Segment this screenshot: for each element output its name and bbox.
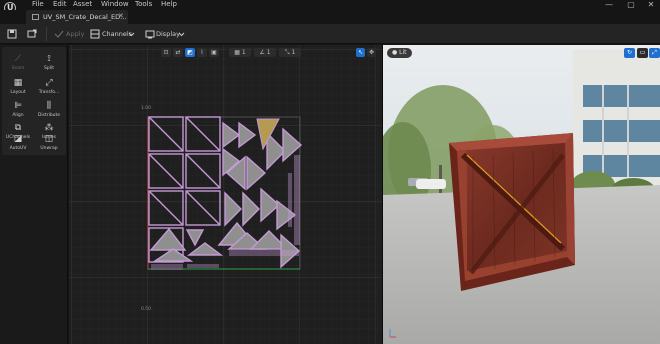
menu-help[interactable]: Help — [161, 0, 177, 8]
rotation-snap-value: 1 — [266, 49, 271, 56]
tool-unwrap[interactable]: ◫ Unwrap — [36, 133, 62, 155]
crate-mesh — [449, 133, 575, 291]
maximize-icon[interactable]: ▢ — [622, 0, 640, 10]
tab-row: UV_SM_Crate_Decal_ED... ✕ — [0, 10, 660, 24]
menu-file[interactable]: File — [32, 0, 44, 8]
tools-panel: ⟋ Seam ⟟ Split ▦ Layout ⤢ Transfo... ⊫ A… — [0, 45, 68, 344]
vp-transform-icon[interactable]: ✥ — [367, 48, 376, 57]
vp-move-icon[interactable]: ⇄ — [173, 48, 183, 57]
building-backdrop — [571, 50, 660, 202]
vp-face-mode-icon[interactable]: ▣ — [209, 48, 219, 57]
uv-grid — [69, 45, 382, 344]
grid-snap-control[interactable]: ▦ 1 — [229, 48, 251, 57]
chevron-down-icon — [128, 32, 135, 37]
tool-transform[interactable]: ⤢ Transfo... — [36, 77, 62, 99]
unwrap-icon: ◫ — [44, 134, 54, 144]
menu-asset[interactable]: Asset — [73, 0, 92, 8]
grid-snap-value: 1 — [241, 49, 246, 56]
apply-icon — [54, 30, 64, 38]
live-preview-viewport[interactable]: ● Lit ↻ ▭ ⤢ — [383, 45, 660, 344]
tool-autouv[interactable]: ◪ AutoUV — [5, 133, 31, 155]
autouv-icon: ◪ — [13, 134, 23, 144]
close-window-icon[interactable]: ✕ — [642, 0, 660, 10]
display-icon — [145, 30, 155, 39]
uv-viewport[interactable]: ⊡ ⇄ ◩ ⌇ ▣ ▦ 1 ∠ 1 ⤡ 1 ↖ ✥ 1.00 0.50 — [69, 45, 382, 344]
view-mode-label: Lit — [399, 49, 407, 56]
tab-title: UV_SM_Crate_Decal_ED... — [43, 13, 127, 21]
rotation-snap-control[interactable]: ∠ 1 — [254, 48, 276, 57]
vp-select-icon[interactable]: ⊡ — [161, 48, 171, 57]
uv-tools-grid-lower: ◪ AutoUV ◫ Unwrap — [2, 133, 66, 155]
save-icon[interactable] — [7, 29, 17, 39]
scale-snap-value: 1 — [291, 49, 296, 56]
vp-cursor-icon[interactable]: ↖ — [356, 48, 365, 57]
camera-icon[interactable]: ▭ — [637, 48, 648, 58]
distribute-icon: ⫼ — [46, 101, 52, 111]
channels-icon — [90, 29, 100, 39]
minimize-icon[interactable]: — — [600, 0, 618, 10]
scale-snap-control[interactable]: ⤡ 1 — [279, 48, 301, 57]
chevron-down-icon — [178, 32, 185, 37]
layout-icon: ▦ — [13, 78, 23, 88]
tool-distribute[interactable]: ⫼ Distribute — [36, 100, 62, 122]
tool-align[interactable]: ⊫ Align — [5, 100, 31, 122]
realtime-toggle-icon[interactable]: ↻ — [624, 48, 635, 58]
v-axis-low-label: 0.50 — [141, 307, 152, 312]
align-icon: ⊫ — [14, 101, 22, 111]
seam-icon: ⟋ — [14, 54, 22, 64]
menu-window[interactable]: Window — [101, 0, 129, 8]
v-axis-max-label: 1.00 — [141, 106, 152, 111]
menu-tools[interactable]: Tools — [135, 0, 152, 8]
uv-editor-icon — [32, 14, 39, 20]
maximize-viewport-icon[interactable]: ⤢ — [649, 48, 660, 58]
tool-layout[interactable]: ▦ Layout — [5, 77, 31, 99]
browse-asset-icon[interactable] — [27, 29, 37, 39]
tool-split[interactable]: ⟟ Split — [36, 53, 62, 75]
toolbar: Apply Channels Display — [0, 24, 660, 44]
vp-select-mode-icon[interactable]: ◩ — [185, 48, 195, 57]
apply-button[interactable]: Apply — [66, 30, 84, 38]
view-mode-lit-button[interactable]: ● Lit — [387, 48, 412, 58]
tool-seam[interactable]: ⟋ Seam — [5, 53, 31, 75]
display-dropdown[interactable]: Display — [156, 30, 180, 38]
preview-scene — [383, 45, 660, 344]
menu-edit[interactable]: Edit — [53, 0, 67, 8]
tab-uv-editor[interactable]: UV_SM_Crate_Decal_ED... ✕ — [26, 10, 128, 24]
vp-edge-mode-icon[interactable]: ⌇ — [197, 48, 207, 57]
split-icon: ⟟ — [47, 54, 51, 64]
menu-bar: File Edit Asset Window Tools Help — ▢ ✕ — [0, 0, 660, 14]
transform-icon: ⤢ — [45, 78, 53, 88]
toolbar-separator — [46, 27, 47, 41]
tab-close-icon[interactable]: ✕ — [118, 12, 124, 20]
